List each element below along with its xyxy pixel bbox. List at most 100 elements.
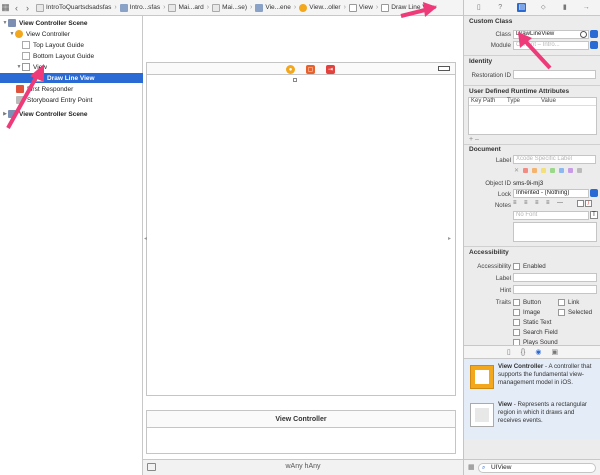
scene-title[interactable]: View Controller [146, 410, 456, 428]
column-header[interactable]: Key Path [471, 98, 495, 104]
folder-icon [119, 3, 128, 12]
align-center-icon[interactable]: ≡ [524, 200, 528, 206]
outline-item-scene[interactable]: ▼ View Controller Scene [0, 18, 143, 28]
traits-label: Traits [495, 299, 511, 306]
align-left-icon[interactable]: ≡ [513, 200, 517, 206]
resize-handle[interactable] [293, 78, 297, 82]
outline-label: Top Layout Guide [33, 41, 84, 49]
inspector-tabs: ▯ ? ▤ ⬦ ▮ → [464, 0, 600, 16]
label-color-picker[interactable]: ✕ [513, 167, 596, 174]
second-scene-frame[interactable] [146, 428, 456, 454]
quick-help-icon[interactable]: ? [496, 3, 505, 12]
library-item-view[interactable]: View - Represents a rectangular region i… [464, 397, 600, 439]
color-swatch-purple[interactable] [568, 168, 573, 173]
breadcrumb-group[interactable]: Intro...sfas [117, 0, 163, 16]
library-item-title: View [498, 401, 512, 408]
outline-item-view-controller[interactable]: ▼ View Controller [0, 29, 143, 39]
acc-label-field[interactable] [513, 273, 597, 282]
trait-link-checkbox[interactable] [558, 299, 565, 306]
restoration-id-label: Restoration ID [471, 72, 511, 79]
color-swatch-blue[interactable] [559, 168, 564, 173]
trait-static-text-checkbox[interactable] [513, 319, 520, 326]
attributes-inspector-icon[interactable]: ⬦ [539, 3, 548, 12]
breadcrumb-label: Vie...ene [265, 4, 291, 11]
back-icon[interactable]: ‹ [11, 3, 22, 13]
object-library-icon[interactable]: ◉ [535, 348, 541, 356]
breadcrumb-view-controller[interactable]: View...oller [296, 0, 343, 16]
grid-icon[interactable]: ▦ [0, 2, 11, 13]
accessibility-enabled-checkbox[interactable] [513, 263, 520, 270]
text-color-icon[interactable] [577, 200, 584, 207]
notes-textarea[interactable] [513, 222, 597, 242]
notes-label: Notes [494, 202, 511, 209]
color-swatch-yellow[interactable] [541, 168, 546, 173]
arrow-shaft [400, 8, 426, 18]
background-color-icon[interactable]: / [585, 200, 592, 207]
module-dropdown-button[interactable] [590, 41, 598, 49]
class-label: Class [495, 31, 511, 38]
code-snippet-icon[interactable]: {} [521, 349, 526, 356]
library-filter-input[interactable]: ⌕ UIView [478, 463, 596, 473]
runtime-attributes-table[interactable]: Key Path Type Value [468, 97, 597, 135]
outline-label: Bottom Layout Guide [33, 52, 95, 60]
trait-search-field-checkbox[interactable] [513, 329, 520, 336]
storyboard-icon [168, 3, 177, 12]
column-header[interactable]: Value [541, 98, 556, 104]
scene-icon [255, 3, 264, 12]
exit-icon[interactable]: ⇥ [326, 65, 335, 74]
breadcrumb-view[interactable]: View [346, 0, 376, 16]
breadcrumb-storyboard[interactable]: Mai...ard [165, 0, 206, 16]
color-swatch-green[interactable] [550, 168, 555, 173]
breadcrumb-project[interactable]: IntroToQuartsdsadsfas [33, 0, 114, 16]
view-thumbnail [470, 403, 494, 427]
color-swatch-red[interactable] [523, 168, 528, 173]
trait-selected-checkbox[interactable] [558, 309, 565, 316]
justify-icon[interactable]: ≡ [546, 200, 550, 206]
thumbnail-inner [475, 370, 489, 384]
font-field[interactable]: No Font [513, 211, 589, 220]
view-controller-frame[interactable] [146, 62, 456, 396]
grid-view-icon[interactable]: ▦ [468, 463, 475, 471]
underline-icon[interactable]: — [557, 200, 563, 206]
lock-select[interactable]: Inherited - (Nothing) [513, 189, 589, 198]
file-template-icon[interactable]: ▯ [507, 348, 511, 356]
trait-button-checkbox[interactable] [513, 299, 520, 306]
first-responder-icon[interactable]: ▢ [306, 65, 315, 74]
trait-image-checkbox[interactable] [513, 309, 520, 316]
connections-inspector-icon[interactable]: → [582, 3, 591, 12]
outline-item-top-layout-guide[interactable]: Top Layout Guide [0, 40, 143, 50]
view-icon [381, 3, 390, 12]
forward-icon[interactable]: › [22, 3, 33, 13]
jump-bar: ▦ ‹ › IntroToQuartsdsadsfas › Intro...sf… [0, 0, 463, 16]
checkbox-label: Enabled [523, 263, 546, 270]
file-inspector-icon[interactable]: ▯ [474, 3, 483, 12]
breadcrumb-base[interactable]: Mai...se) [209, 0, 250, 16]
outline-label: View Controller Scene [19, 19, 88, 27]
clear-color-icon[interactable]: ✕ [514, 167, 519, 174]
align-right-icon[interactable]: ≡ [535, 200, 539, 206]
breadcrumb-scene[interactable]: Vie...ene [252, 0, 294, 16]
media-library-icon[interactable]: ▣ [552, 348, 559, 356]
divider [464, 246, 600, 247]
add-remove-buttons[interactable]: + – [469, 136, 479, 143]
module-label: Module [490, 42, 511, 49]
lock-dropdown-button[interactable] [590, 189, 598, 197]
library-item-view-controller[interactable]: View Controller - A controller that supp… [464, 359, 600, 401]
class-dropdown-button[interactable] [590, 30, 598, 38]
section-title: Identity [469, 58, 493, 65]
hint-field[interactable] [513, 285, 597, 294]
view-controller-icon[interactable]: ● [286, 65, 295, 74]
color-swatch-gray[interactable] [577, 168, 582, 173]
color-swatch-orange[interactable] [532, 168, 537, 173]
acc-label-label: Label [495, 275, 511, 282]
arrow-shaft [524, 40, 552, 70]
view-controller-thumbnail [470, 365, 494, 389]
canvas-bottom-bar: wAny hAny [143, 459, 463, 475]
size-inspector-icon[interactable]: ▮ [560, 3, 569, 12]
doc-label-field[interactable]: Xcode Specific Label [513, 155, 596, 164]
font-picker-icon[interactable]: T [590, 211, 598, 219]
size-class-control[interactable]: wAny hAny [143, 463, 463, 470]
identity-inspector-icon[interactable]: ▤ [517, 3, 527, 12]
circle-arrow-icon[interactable] [580, 31, 587, 38]
column-header[interactable]: Type [507, 98, 520, 104]
